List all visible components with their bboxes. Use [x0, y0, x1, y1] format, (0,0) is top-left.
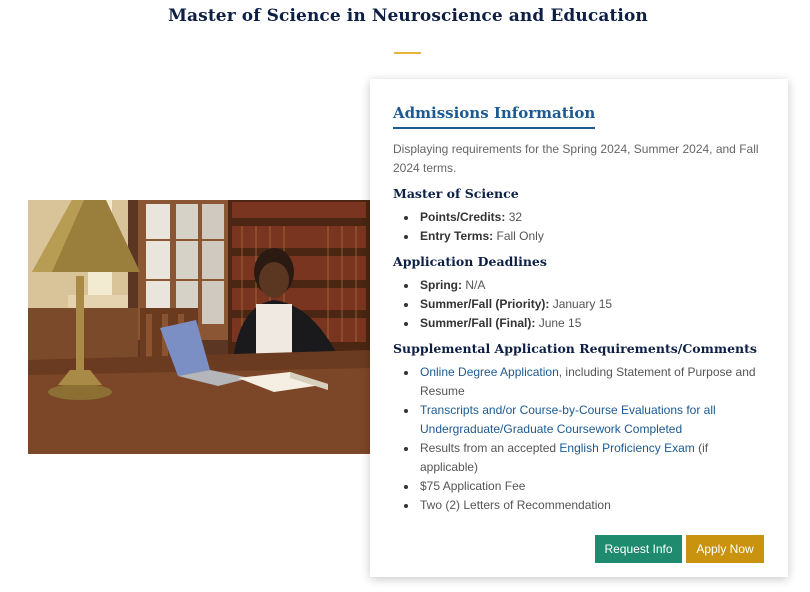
admissions-heading: Admissions Information [393, 104, 596, 129]
terms-intro: Displaying requirements for the Spring 2… [393, 142, 759, 175]
list-item: Summer/Fall (Priority): January 15 [393, 295, 765, 314]
list-item: Two (2) Letters of Recommendation [393, 496, 765, 515]
apply-now-button[interactable]: Apply Now [686, 535, 764, 563]
list-item: Transcripts and/or Course-by-Course Eval… [393, 401, 765, 439]
student-studying-library-image [28, 200, 370, 454]
request-info-button[interactable]: Request Info [595, 535, 682, 563]
english-exam-link[interactable]: English Proficiency Exam [559, 441, 694, 455]
list-item: Points/Credits: 32 [393, 208, 765, 227]
list-item: $75 Application Fee [393, 477, 765, 496]
list-item: Summer/Fall (Final): June 15 [393, 314, 765, 333]
title-divider [394, 52, 421, 54]
list-item: Online Degree Application, including Sta… [393, 363, 765, 401]
list-item: Results from an accepted English Profici… [393, 439, 765, 477]
transcripts-link[interactable]: Transcripts and/or Course-by-Course Eval… [420, 403, 716, 436]
admissions-card: Admissions Information Displaying requir… [370, 79, 788, 577]
online-application-link[interactable]: Online Degree Application [420, 365, 559, 379]
list-item: Entry Terms: Fall Only [393, 227, 765, 246]
supplemental-heading: Supplemental Application Requirements/Co… [393, 341, 757, 356]
supplemental-list: Online Degree Application, including Sta… [393, 363, 765, 515]
program-heading: Master of Science [393, 186, 519, 201]
list-item: Spring: N/A [393, 276, 765, 295]
program-list: Points/Credits: 32 Entry Terms: Fall Onl… [393, 208, 765, 246]
deadlines-list: Spring: N/A Summer/Fall (Priority): Janu… [393, 276, 765, 333]
deadlines-heading: Application Deadlines [393, 254, 547, 269]
page-title: Master of Science in Neuroscience and Ed… [168, 6, 648, 26]
